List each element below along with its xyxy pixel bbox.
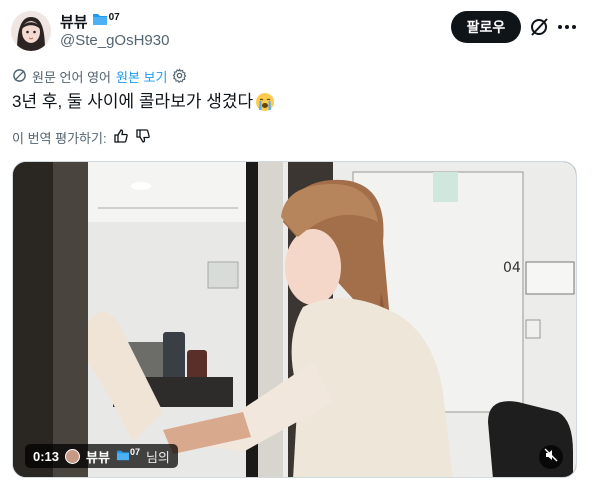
video-frame-image: 04 xyxy=(13,162,576,477)
video-info-overlay: 0:13 뷰뷰 07 님의 xyxy=(25,444,178,468)
translate-icon xyxy=(12,68,27,86)
svg-text:04: 04 xyxy=(503,260,521,276)
rate-translation-label: 이 번역 평가하기: xyxy=(12,131,107,146)
author-handle[interactable]: @Ste_gOsH930 xyxy=(60,32,169,49)
view-original-link[interactable]: 원본 보기 xyxy=(116,67,167,86)
more-dot xyxy=(572,25,576,29)
tweet-text-content: 3년 후, 둘 사이에 콜라보가 생겼다 xyxy=(12,92,254,111)
muted-speaker-icon xyxy=(544,448,558,467)
tweet-text: 3년 후, 둘 사이에 콜라보가 생겼다 xyxy=(12,91,275,113)
overlay-avatar xyxy=(65,448,81,464)
translation-row: 원문 언어 영어 원본 보기 xyxy=(12,67,187,86)
overlay-author-name[interactable]: 뷰뷰 xyxy=(86,447,110,466)
more-dot xyxy=(558,25,562,29)
author-badge-text: 07 xyxy=(108,12,120,23)
more-dot xyxy=(565,25,569,29)
mute-button[interactable] xyxy=(539,445,563,469)
thumbs-down-icon[interactable] xyxy=(135,128,151,147)
rate-translation-row: 이 번역 평가하기: xyxy=(12,128,151,147)
folder-icon xyxy=(116,449,130,464)
author-badge: 07 xyxy=(92,12,120,31)
translation-source-label: 원문 언어 영어 xyxy=(32,70,111,85)
folder-icon xyxy=(92,12,108,31)
video-player[interactable]: 04 0:13 뷰뷰 07 님의 xyxy=(12,161,577,478)
author-display-name[interactable]: 뷰뷰 xyxy=(60,11,88,32)
video-time: 0:13 xyxy=(33,448,60,464)
overlay-suffix: 님의 xyxy=(145,449,170,465)
more-icon[interactable] xyxy=(556,16,578,38)
author-name-row[interactable]: 뷰뷰 07 xyxy=(60,11,120,32)
gear-icon[interactable] xyxy=(172,67,187,86)
loudly-crying-face-icon xyxy=(255,92,275,112)
avatar[interactable] xyxy=(11,11,51,51)
thumbs-up-icon[interactable] xyxy=(113,128,129,147)
grok-icon[interactable] xyxy=(528,16,550,38)
overlay-badge: 07 xyxy=(116,447,140,464)
overlay-badge-text: 07 xyxy=(129,447,140,457)
follow-button[interactable]: 팔로우 xyxy=(451,11,521,43)
